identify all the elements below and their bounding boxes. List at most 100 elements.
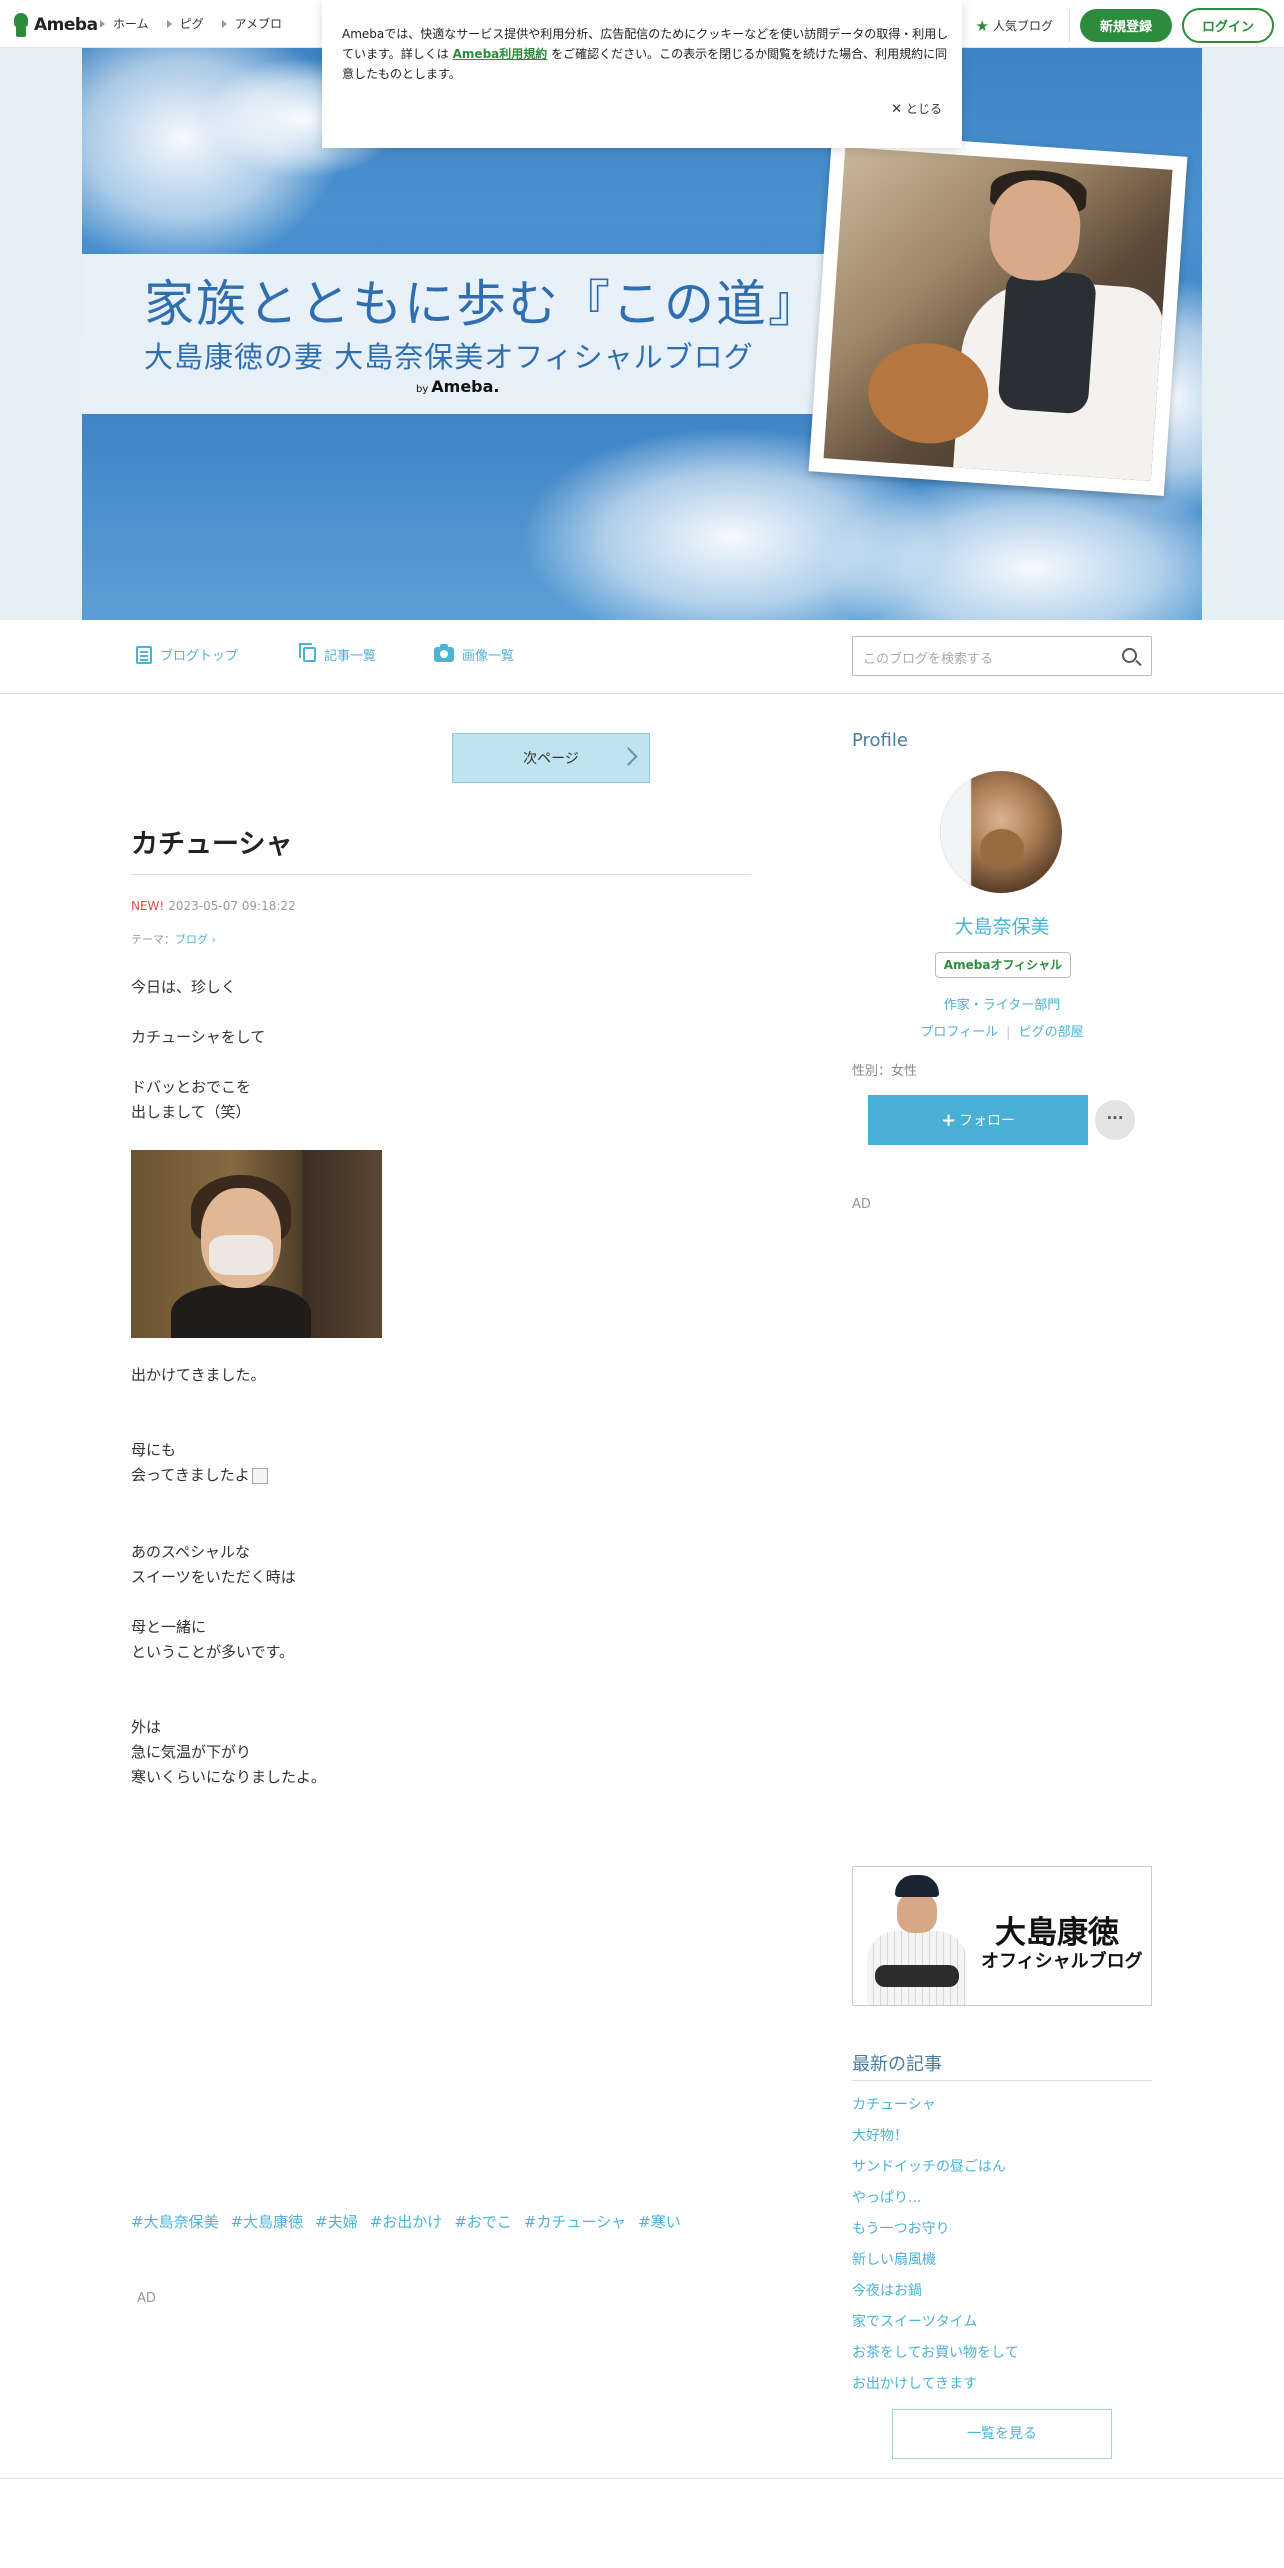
post-title[interactable]: カチューシャ	[131, 822, 292, 861]
header-photo-image	[823, 146, 1173, 482]
theme-link[interactable]: ブログ ›	[175, 933, 216, 946]
by-ameba: by Ameba.	[416, 377, 500, 396]
search-icon[interactable]	[1122, 648, 1137, 663]
emoji-image	[251, 1467, 268, 1484]
blog-top-link[interactable]: ブログトップ	[136, 645, 238, 664]
post-date: 2023-05-07 09:18:22	[168, 899, 296, 913]
popular-blog-link[interactable]: ★ 人気ブログ	[976, 9, 1070, 42]
banner-subtitle: オフィシャルブログ	[981, 1951, 1143, 1972]
nav-home[interactable]: ホーム	[100, 15, 149, 32]
signup-button[interactable]: 新規登録	[1079, 9, 1172, 42]
list-item: サンドイッチの昼ごはん	[852, 2156, 1019, 2187]
more-options-button[interactable]: ···	[1095, 1100, 1135, 1140]
latest-article-link[interactable]: お茶をしてお買い物をして	[852, 2345, 1019, 2361]
list-item: もう一つお守り	[852, 2218, 1019, 2249]
profile-name[interactable]: 大島奈保美	[852, 912, 1152, 939]
nav-ameblo[interactable]: アメブロ	[221, 15, 283, 32]
profile-category[interactable]: 作家・ライター部門	[852, 994, 1152, 1013]
list-item: やっぱり...	[852, 2187, 1019, 2218]
chevron-right-icon	[619, 747, 638, 766]
see-all-button[interactable]: 一覧を見る	[892, 2409, 1112, 2459]
ad-label: AD	[137, 2291, 156, 2306]
hashtag-link[interactable]: #大島康徳	[231, 2211, 304, 2232]
image-list-label: 画像一覧	[462, 649, 515, 664]
official-blog-banner[interactable]: 大島康徳 オフィシャルブログ	[852, 1866, 1152, 2006]
text-line: 会ってきましたよ	[131, 1463, 268, 1488]
ameba-logo[interactable]: Ameba	[12, 12, 98, 38]
nav-pigg[interactable]: ピグ	[166, 15, 204, 32]
hashtag-link[interactable]: #おでこ	[454, 2211, 512, 2232]
latest-article-link[interactable]: 新しい扇風機	[852, 2252, 936, 2268]
login-button[interactable]: ログイン	[1181, 8, 1274, 43]
latest-article-link[interactable]: 家でスイーツタイム	[852, 2314, 977, 2330]
blog-top-label: ブログトップ	[160, 649, 239, 664]
latest-article-link[interactable]: サンドイッチの昼ごはん	[852, 2159, 1006, 2175]
latest-article-link[interactable]: カチューシャ	[852, 2097, 936, 2113]
separator: |	[1006, 1025, 1011, 1040]
list-item: 新しい扇風機	[852, 2249, 1019, 2280]
brand-label: Ameba.	[431, 377, 500, 396]
text-line-content: 会ってきましたよ	[131, 1466, 250, 1484]
search-placeholder: このブログを検索する	[863, 652, 994, 667]
photo-shape	[986, 177, 1084, 284]
latest-article-link[interactable]: 今夜はお鍋	[852, 2283, 922, 2299]
by-label: by	[416, 384, 429, 395]
close-icon: ✕	[891, 102, 902, 117]
nav-pigg-label: ピグ	[179, 17, 204, 31]
nav-ameblo-label: アメブロ	[234, 17, 283, 31]
image-list-link[interactable]: 画像一覧	[434, 644, 515, 664]
paragraph: あのスペシャルな スイーツをいただく時は	[131, 1540, 296, 1590]
text-line: スイーツをいただく時は	[131, 1568, 296, 1586]
blog-nav: ブログトップ 記事一覧 画像一覧 このブログを検索する	[0, 620, 1284, 694]
latest-article-link[interactable]: やっぱり...	[852, 2190, 921, 2206]
hashtag-link[interactable]: #大島奈保美	[131, 2211, 219, 2232]
next-page-button[interactable]: 次ページ	[452, 733, 650, 783]
list-item: 今夜はお鍋	[852, 2280, 1019, 2311]
profile-links: プロフィール | ピグの部屋	[852, 1021, 1152, 1040]
nav-home-label: ホーム	[113, 17, 149, 31]
terms-link[interactable]: Ameba利用規約	[453, 47, 548, 61]
profile-link[interactable]: プロフィール	[920, 1025, 998, 1040]
pigg-room-link[interactable]: ピグの部屋	[1019, 1025, 1084, 1040]
hashtag-link[interactable]: #カチューシャ	[524, 2211, 626, 2232]
theme-label: ブログ	[175, 933, 208, 946]
photo-shape	[209, 1235, 273, 1275]
text-line: 母と一緒に	[131, 1618, 207, 1636]
text-line: 出かけてきました。	[131, 1366, 266, 1384]
hashtag-link[interactable]: #寒い	[638, 2211, 681, 2232]
photo-shape	[895, 1875, 939, 1897]
hashtag-link[interactable]: #お出かけ	[370, 2211, 443, 2232]
photo-shape	[302, 1150, 382, 1338]
post-image[interactable]	[131, 1150, 382, 1338]
article-list-link[interactable]: 記事一覧	[299, 643, 376, 664]
text-line: 急に気温が下がり	[131, 1743, 252, 1761]
text-line: ドバッとおでこを	[131, 1078, 252, 1096]
follow-button[interactable]: + フォロー	[868, 1095, 1088, 1145]
cookie-close-button[interactable]: ✕ とじる	[891, 100, 942, 117]
header-photo	[808, 131, 1188, 497]
blog-search-input[interactable]: このブログを検索する	[852, 636, 1152, 676]
hashtag-list: #大島奈保美 #大島康徳 #夫婦 #お出かけ #おでこ #カチューシャ #寒い	[131, 2211, 681, 2232]
logo-text: Ameba	[34, 15, 98, 35]
latest-article-link[interactable]: お出かけしてきます	[852, 2376, 977, 2392]
list-item: 大好物！	[852, 2125, 1019, 2156]
camera-icon	[434, 644, 454, 662]
global-nav: ホーム ピグ アメブロ	[100, 15, 300, 32]
latest-article-link[interactable]: もう一つお守り	[852, 2221, 950, 2237]
latest-articles-list: カチューシャ 大好物！ サンドイッチの昼ごはん やっぱり... もう一つお守り …	[852, 2094, 1019, 2404]
text-line: 今日は、珍しく	[131, 978, 237, 996]
popular-blog-label: 人気ブログ	[992, 19, 1053, 33]
triangle-icon	[166, 19, 172, 28]
latest-articles-heading: 最新の記事	[852, 2054, 942, 2075]
list-item: お茶をしてお買い物をして	[852, 2342, 1019, 2373]
header-actions: ★ 人気ブログ 新規登録 ログイン	[976, 8, 1274, 43]
ameba-logo-icon	[12, 13, 30, 37]
hashtag-link[interactable]: #夫婦	[315, 2211, 358, 2232]
avatar[interactable]	[940, 771, 1062, 893]
photo-shape	[997, 268, 1097, 415]
text-line: 出しまして（笑）	[131, 1103, 251, 1121]
articles-icon	[299, 643, 316, 662]
latest-article-link[interactable]: 大好物！	[852, 2128, 908, 2144]
text-line: 外は	[131, 1718, 162, 1736]
new-badge: NEW!	[131, 899, 165, 913]
